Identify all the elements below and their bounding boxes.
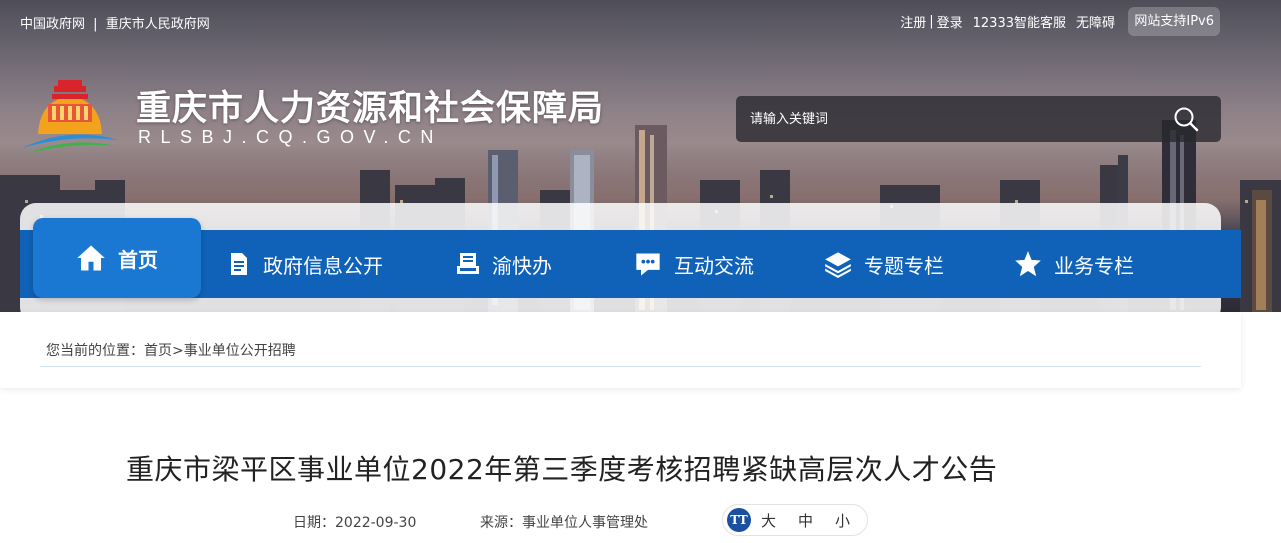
search-bar — [736, 96, 1221, 142]
article-date: 日期：2022-09-30 — [293, 515, 417, 531]
search-icon[interactable] — [1173, 106, 1199, 132]
nav-label-business: 业务专栏 — [1054, 253, 1134, 278]
breadcrumb-prefix: 您当前的位置： — [46, 343, 144, 359]
nav-label-topics: 专题专栏 — [864, 253, 944, 278]
font-size-small[interactable]: 小 — [835, 510, 850, 531]
nav-label-gov-info: 政府信息公开 — [263, 253, 383, 278]
breadcrumb: 您当前的位置：首页>事业单位公开招聘 — [46, 340, 296, 360]
main-nav: 首页 政府信息公开 渝快办 互动交流 专题专栏 业务专栏 — [20, 218, 1241, 298]
layers-icon — [825, 252, 851, 278]
chat-bubble-icon — [636, 253, 660, 276]
font-size-icon: TT — [727, 508, 751, 532]
top-links-left: 中国政府网 | 重庆市人民政府网 — [20, 13, 210, 32]
nav-label-home: 首页 — [118, 247, 158, 272]
article-source: 来源：事业单位人事管理处 — [480, 515, 648, 531]
nav-label-interaction: 互动交流 — [674, 253, 754, 278]
ipv6-badge: 网站支持IPv6 — [1128, 7, 1220, 36]
search-input[interactable] — [750, 96, 1160, 142]
book-stack-icon — [457, 253, 479, 274]
breadcrumb-current-link[interactable]: 事业单位公开招聘 — [184, 343, 296, 359]
breadcrumb-divider — [40, 366, 1201, 367]
nav-label-yukuaiban: 渝快办 — [492, 253, 552, 278]
login-link[interactable]: 登录 — [937, 12, 963, 31]
font-size-control: TT 大 中 小 — [722, 504, 868, 536]
top-right-separator: | — [929, 14, 934, 29]
service-link[interactable]: 12333智能客服 — [973, 12, 1066, 31]
register-link[interactable]: 注册 — [900, 12, 926, 31]
home-icon — [77, 245, 105, 271]
top-links-right: 注册 | 登录 12333智能客服 无障碍 — [900, 8, 1115, 35]
nav-item-topics[interactable]: 专题专栏 — [789, 230, 979, 298]
link-chongqing-gov[interactable]: 重庆市人民政府网 — [106, 17, 210, 32]
nav-item-business[interactable]: 业务专栏 — [979, 230, 1169, 298]
star-icon — [1015, 251, 1041, 277]
link-china-gov[interactable]: 中国政府网 — [20, 17, 85, 32]
accessibility-link[interactable]: 无障碍 — [1076, 12, 1115, 31]
nav-item-home[interactable]: 首页 — [33, 218, 201, 298]
site-title: 重庆市人力资源和社会保障局 — [136, 89, 605, 129]
nav-item-yukuaiban[interactable]: 渝快办 — [409, 230, 599, 298]
font-size-large[interactable]: 大 — [761, 510, 776, 531]
bureau-logo-icon — [22, 80, 118, 154]
font-size-medium[interactable]: 中 — [798, 510, 813, 531]
breadcrumb-separator: > — [172, 343, 184, 359]
top-left-separator: | — [93, 17, 98, 32]
document-icon — [231, 253, 247, 275]
breadcrumb-home-link[interactable]: 首页 — [144, 343, 172, 359]
nav-item-gov-info[interactable]: 政府信息公开 — [201, 230, 409, 298]
article-title: 重庆市梁平区事业单位2022年第三季度考核招聘紧缺高层次人才公告 — [126, 453, 998, 486]
nav-item-interaction[interactable]: 互动交流 — [599, 230, 789, 298]
site-domain: RLSBJ.CQ.GOV.CN — [138, 127, 443, 147]
